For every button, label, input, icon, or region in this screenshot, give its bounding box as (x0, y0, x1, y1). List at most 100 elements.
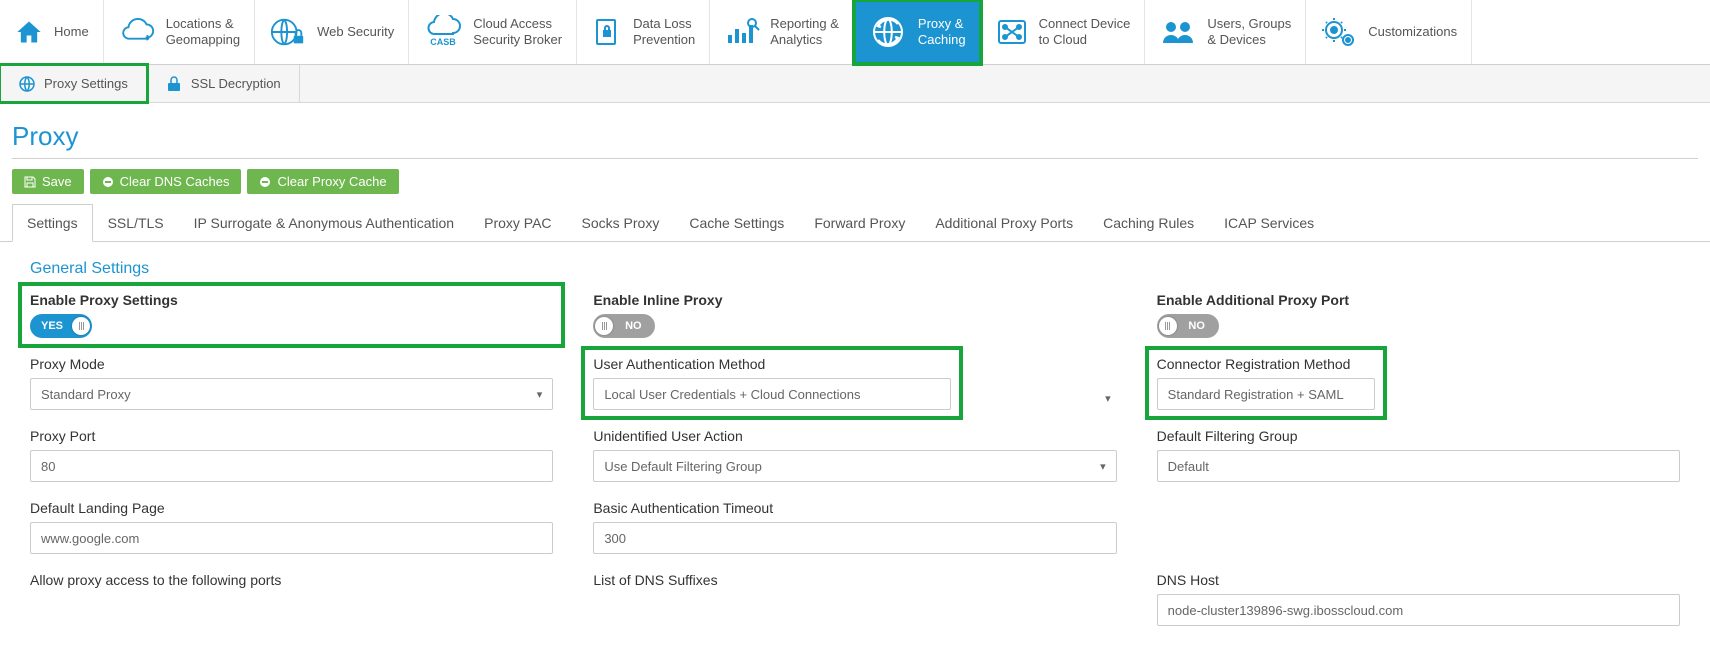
enable-additional-proxy-port-toggle[interactable]: NO (1157, 314, 1219, 338)
nav-label: Users, Groups (1207, 16, 1291, 32)
nav-data-loss-prevention[interactable]: Data Loss Prevention (577, 0, 710, 64)
tab-row: Settings SSL/TLS IP Surrogate & Anonymou… (0, 204, 1710, 242)
minus-circle-icon (259, 176, 271, 188)
settings-form: Enable Proxy Settings YES Enable Inline … (0, 292, 1710, 666)
subnav-label: Proxy Settings (44, 76, 128, 91)
enable-additional-proxy-port-label: Enable Additional Proxy Port (1157, 292, 1680, 308)
toggle-knob (595, 317, 613, 335)
proxy-port-label: Proxy Port (30, 428, 553, 444)
toggle-text: NO (1177, 320, 1217, 332)
nav-label: & Devices (1207, 32, 1291, 48)
globe-lock-icon (269, 16, 307, 48)
cloud-pin-icon (118, 18, 156, 46)
tab-caching-rules[interactable]: Caching Rules (1088, 204, 1209, 241)
nav-label: Data Loss (633, 16, 695, 32)
proxy-mode-select[interactable]: Standard Proxy ▾ (30, 378, 553, 410)
tab-additional-proxy-ports[interactable]: Additional Proxy Ports (920, 204, 1088, 241)
allow-proxy-ports-label: Allow proxy access to the following port… (30, 572, 553, 588)
select-value: Standard Registration + SAML (1168, 387, 1344, 402)
list-dns-suffixes-label: List of DNS Suffixes (593, 572, 1116, 588)
select-value: Local User Credentials + Cloud Connectio… (604, 387, 860, 402)
save-button[interactable]: Save (12, 169, 84, 194)
nav-locations-geomapping[interactable]: Locations & Geomapping (104, 0, 255, 64)
nav-label: Geomapping (166, 32, 240, 48)
tab-icap-services[interactable]: ICAP Services (1209, 204, 1329, 241)
nav-label: Reporting & (770, 16, 839, 32)
dns-host-label: DNS Host (1157, 572, 1680, 588)
analytics-icon (724, 17, 760, 47)
subnav-ssl-decryption[interactable]: SSL Decryption (147, 65, 300, 102)
default-filtering-group-label: Default Filtering Group (1157, 428, 1680, 444)
nav-label: Cloud Access (473, 16, 562, 32)
toggle-knob (1159, 317, 1177, 335)
tab-forward-proxy[interactable]: Forward Proxy (799, 204, 920, 241)
connector-reg-method-highlight: Connector Registration Method Standard R… (1151, 352, 1381, 414)
ssl-icon (165, 75, 183, 93)
basic-auth-timeout-input[interactable] (593, 522, 1116, 554)
section-heading: General Settings (0, 242, 1710, 292)
subnav-proxy-settings[interactable]: Proxy Settings (0, 65, 147, 102)
svg-text:CASB: CASB (430, 37, 456, 47)
clear-dns-caches-button[interactable]: Clear DNS Caches (90, 169, 242, 194)
save-icon (24, 176, 36, 188)
connector-reg-method-label: Connector Registration Method (1157, 356, 1351, 372)
unidentified-user-action-label: Unidentified User Action (593, 428, 1116, 444)
proxy-mode-label: Proxy Mode (30, 356, 553, 372)
toggle-text: YES (32, 320, 72, 332)
nav-connect-device[interactable]: Connect Device to Cloud (981, 0, 1146, 64)
chevron-down-icon: ▾ (1105, 393, 1111, 405)
globe-icon (18, 75, 36, 93)
connector-reg-method-select[interactable]: Standard Registration + SAML (1157, 378, 1375, 410)
chevron-down-icon: ▾ (537, 388, 543, 401)
action-bar: Save Clear DNS Caches Clear Proxy Cache (0, 169, 1710, 204)
select-value: Use Default Filtering Group (604, 459, 762, 474)
nav-customizations[interactable]: Customizations (1306, 0, 1472, 64)
tab-proxy-pac[interactable]: Proxy PAC (469, 204, 566, 241)
basic-auth-timeout-label: Basic Authentication Timeout (593, 500, 1116, 516)
default-filtering-group-input[interactable] (1157, 450, 1680, 482)
gears-icon (1320, 16, 1358, 48)
nav-casb[interactable]: CASB Cloud Access Security Broker (409, 0, 577, 64)
enable-proxy-settings-highlight: Enable Proxy Settings YES (24, 288, 559, 342)
user-auth-method-label: User Authentication Method (593, 356, 765, 372)
document-lock-icon (591, 16, 623, 48)
enable-inline-proxy-toggle[interactable]: NO (593, 314, 655, 338)
toggle-knob (72, 317, 90, 335)
unidentified-user-action-select[interactable]: Use Default Filtering Group ▾ (593, 450, 1116, 482)
nav-proxy-caching[interactable]: Proxy & Caching (854, 0, 981, 64)
connect-icon (995, 17, 1029, 47)
divider (12, 158, 1698, 159)
default-landing-page-input[interactable] (30, 522, 553, 554)
toggle-text: NO (613, 320, 653, 332)
tab-socks-proxy[interactable]: Socks Proxy (567, 204, 675, 241)
nav-label: Customizations (1368, 24, 1457, 40)
nav-web-security[interactable]: Web Security (255, 0, 409, 64)
minus-circle-icon (102, 176, 114, 188)
nav-label: Prevention (633, 32, 695, 48)
page-title-row: Proxy (0, 103, 1710, 169)
nav-label: Connect Device (1039, 16, 1131, 32)
enable-proxy-settings-label: Enable Proxy Settings (30, 292, 178, 308)
tab-settings[interactable]: Settings (12, 204, 93, 242)
nav-reporting-analytics[interactable]: Reporting & Analytics (710, 0, 854, 64)
page-title: Proxy (12, 121, 1698, 152)
proxy-port-input[interactable] (30, 450, 553, 482)
chevron-down-icon: ▾ (1100, 460, 1106, 473)
nav-label: Home (54, 24, 89, 40)
tab-ssl-tls[interactable]: SSL/TLS (93, 204, 179, 241)
tab-cache-settings[interactable]: Cache Settings (674, 204, 799, 241)
enable-proxy-settings-toggle[interactable]: YES (30, 314, 92, 338)
nav-home[interactable]: Home (0, 0, 104, 64)
enable-inline-proxy-label: Enable Inline Proxy (593, 292, 1116, 308)
user-auth-method-highlight: User Authentication Method Local User Cr… (587, 352, 957, 414)
select-value: Standard Proxy (41, 387, 131, 402)
clear-proxy-cache-button[interactable]: Clear Proxy Cache (247, 169, 398, 194)
dns-host-input[interactable] (1157, 594, 1680, 626)
home-icon (14, 18, 44, 46)
casb-icon: CASB (423, 15, 463, 49)
default-landing-page-label: Default Landing Page (30, 500, 553, 516)
nav-users-groups-devices[interactable]: Users, Groups & Devices (1145, 0, 1306, 64)
user-auth-method-select[interactable]: Local User Credentials + Cloud Connectio… (593, 378, 951, 410)
tab-ip-surrogate[interactable]: IP Surrogate & Anonymous Authentication (179, 204, 469, 241)
users-icon (1159, 17, 1197, 47)
